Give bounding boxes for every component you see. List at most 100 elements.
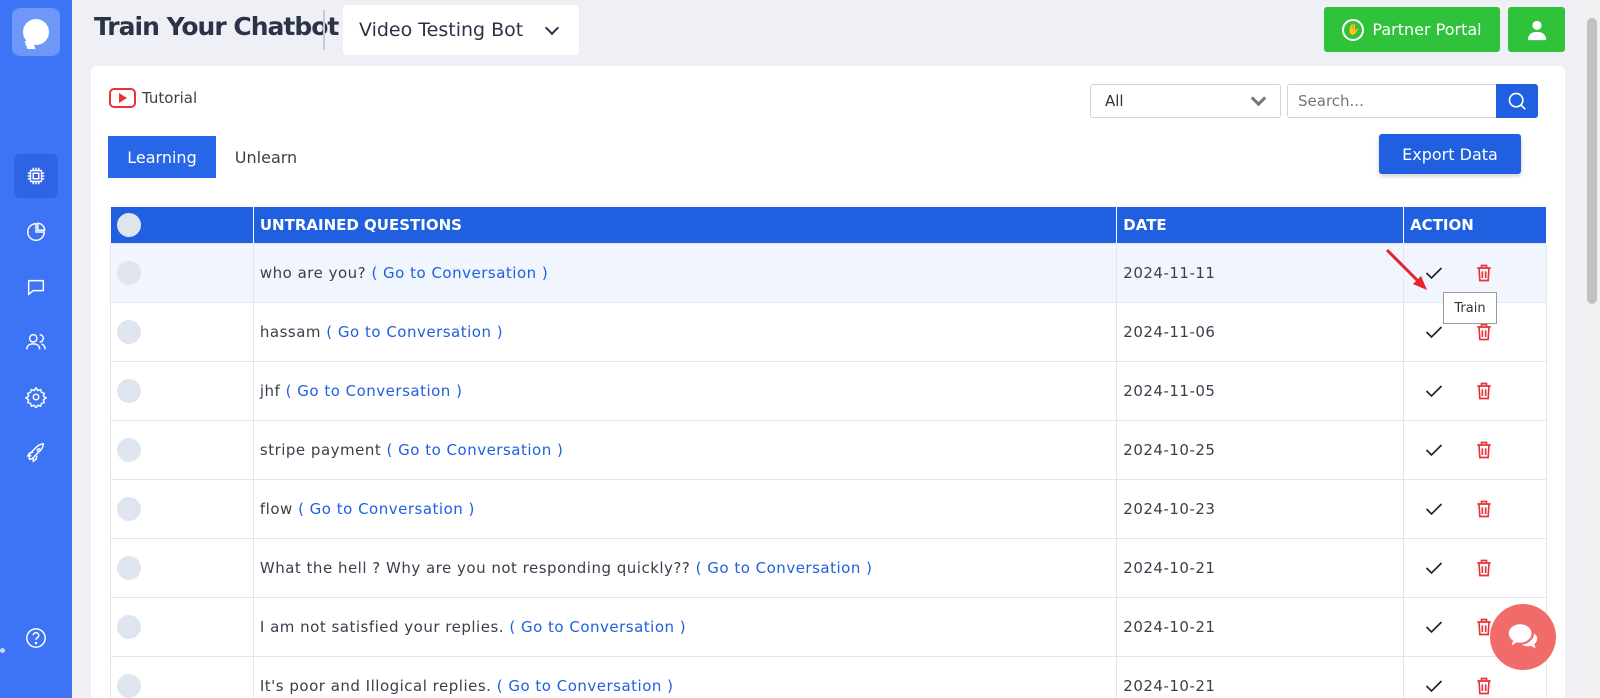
sidebar-item-conversations[interactable] [14,265,58,309]
sidebar-item-settings[interactable] [14,375,58,419]
row-checkbox[interactable] [117,496,141,521]
sidebar [0,0,72,698]
row-checkbox[interactable] [117,614,141,639]
action-cell [1403,360,1547,421]
go-to-conversation-link[interactable]: ( Go to Conversation ) [696,559,873,577]
scrollbar-thumb[interactable] [1587,18,1597,304]
question-cell: What the hell ? Why are you not respondi… [252,537,1118,598]
chat-icon [27,279,45,296]
date-cell: 2024-10-25 [1116,419,1405,480]
search-button[interactable] [1496,84,1538,118]
main-panel: Tutorial All Learning Unlearn Export Dat… [91,66,1565,698]
go-to-conversation-link[interactable]: ( Go to Conversation ) [326,323,503,341]
delete-trash-icon[interactable] [1474,263,1494,283]
user-profile-button[interactable] [1508,7,1565,52]
youtube-icon [109,88,136,108]
train-check-icon[interactable] [1424,499,1444,519]
question-text: I am not satisfied your replies. [259,617,505,636]
row-select-cell [110,655,254,698]
table-row: It's poor and Illogical replies. ( Go to… [110,655,1547,698]
sidebar-item-users[interactable] [14,320,58,364]
table-row: hassam ( Go to Conversation ) 2024-11-06 [110,301,1547,362]
row-select-cell [110,360,254,421]
row-select-cell [110,478,254,539]
row-checkbox[interactable] [117,555,141,580]
table-row: jhf ( Go to Conversation ) 2024-11-05 [110,360,1547,421]
row-checkbox[interactable] [117,673,141,698]
train-check-icon[interactable] [1424,440,1444,460]
sidebar-indicator-dot [0,648,5,653]
go-to-conversation-link[interactable]: ( Go to Conversation ) [286,382,463,400]
row-checkbox[interactable] [117,260,141,285]
row-select-cell [110,242,254,303]
delete-trash-icon[interactable] [1474,676,1494,696]
train-check-icon[interactable] [1424,676,1444,696]
untrained-questions-table: UNTRAINED QUESTIONS DATE ACTION who are … [110,207,1547,698]
export-data-button[interactable]: Export Data [1379,134,1521,174]
table-row: flow ( Go to Conversation ) 2024-10-23 [110,478,1547,539]
partner-portal-button[interactable]: ✋ Partner Portal [1324,7,1500,52]
table-row: I am not satisfied your replies. ( Go to… [110,596,1547,657]
chat-widget-button[interactable] [1490,604,1556,670]
question-text: jhf [259,381,281,400]
search-icon [1508,92,1526,110]
chevron-down-icon [544,20,560,36]
date-cell: 2024-10-21 [1116,596,1405,657]
chip-icon [27,167,45,185]
search-input[interactable] [1287,84,1497,118]
chat-bubbles-icon [1508,624,1538,649]
train-check-icon[interactable] [1424,322,1444,342]
user-icon [1527,20,1546,40]
title-divider [323,10,325,50]
question-cell: flow ( Go to Conversation ) [252,478,1118,539]
delete-trash-icon[interactable] [1474,381,1494,401]
gear-icon [25,386,47,408]
partner-portal-label: Partner Portal [1372,20,1482,39]
train-check-icon[interactable] [1424,558,1444,578]
table-row: stripe payment ( Go to Conversation ) 202… [110,419,1547,480]
rocket-icon [26,443,45,463]
column-header-action: ACTION [1403,207,1547,243]
go-to-conversation-link[interactable]: ( Go to Conversation ) [497,677,674,695]
sidebar-item-deploy[interactable] [14,431,58,475]
action-cell [1403,419,1547,480]
users-icon [26,333,46,350]
delete-trash-icon[interactable] [1474,322,1494,342]
chat-bubble-icon [23,19,49,45]
go-to-conversation-link[interactable]: ( Go to Conversation ) [509,618,686,636]
sidebar-item-help[interactable] [14,616,58,660]
filter-value: All [1105,92,1124,110]
question-cell: who are you? ( Go to Conversation ) [252,242,1118,303]
tutorial-link[interactable]: Tutorial [109,88,197,108]
go-to-conversation-link[interactable]: ( Go to Conversation ) [298,500,475,518]
sidebar-item-train[interactable] [14,154,58,198]
go-to-conversation-link[interactable]: ( Go to Conversation ) [387,441,564,459]
train-check-icon[interactable] [1424,617,1444,637]
bot-selector[interactable]: Video Testing Bot [343,5,579,55]
train-check-icon[interactable] [1424,381,1444,401]
delete-trash-icon[interactable] [1474,440,1494,460]
sidebar-item-analytics[interactable] [14,210,58,254]
handshake-icon: ✋ [1342,18,1365,41]
train-tooltip: Train [1443,292,1497,324]
question-cell: jhf ( Go to Conversation ) [252,360,1118,421]
date-cell: 2024-10-21 [1116,655,1405,698]
row-checkbox[interactable] [117,437,141,462]
question-text: flow [259,499,293,518]
column-header-questions: UNTRAINED QUESTIONS [253,207,1118,243]
app-logo[interactable] [12,8,60,56]
select-all-checkbox[interactable] [116,212,141,237]
row-checkbox[interactable] [117,319,141,344]
go-to-conversation-link[interactable]: ( Go to Conversation ) [371,264,548,282]
table-header-row: UNTRAINED QUESTIONS DATE ACTION [110,207,1547,243]
row-checkbox[interactable] [117,378,141,403]
tab-learning[interactable]: Learning [108,136,216,178]
question-text: stripe payment [259,440,382,459]
action-cell [1403,537,1547,598]
tab-unlearn[interactable]: Unlearn [221,136,311,178]
filter-select[interactable]: All [1090,84,1281,118]
delete-trash-icon[interactable] [1474,558,1494,578]
help-icon [26,628,46,648]
pie-chart-icon [27,222,46,241]
delete-trash-icon[interactable] [1474,499,1494,519]
